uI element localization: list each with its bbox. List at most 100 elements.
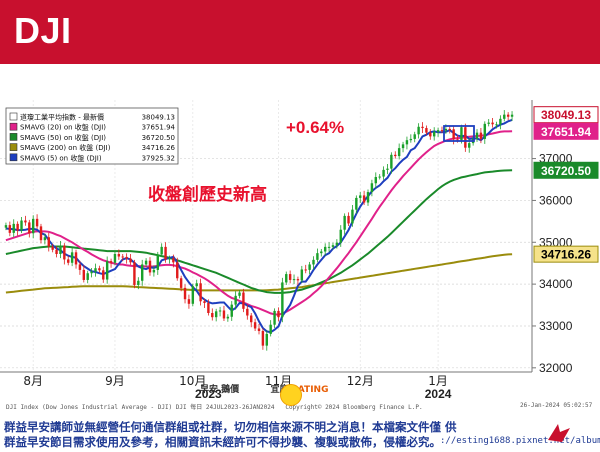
candle [464,123,467,152]
price-tag-sma50: 36720.50 [533,161,599,179]
candle-body [51,246,54,250]
candle-body [172,258,175,263]
candle-body [397,148,401,157]
candle-body [277,310,280,318]
disclaimer-line-2: 群益早安節目需求使用及參考，相關資訊未經許可不得抄襲、複製或散佈，侵權必究。 [4,435,441,449]
x-tick-label: 1月 [428,374,448,388]
candle-body [55,249,58,254]
candle-body [425,128,428,133]
legend-entry: SMAVG (200) on 收盤 (DJI) 34716.26 [9,143,176,152]
candle-body [211,312,214,318]
candle-body [288,274,292,280]
candle-body [253,322,257,329]
candle-body [335,242,339,246]
legend-entry: 道瓊工業平均指數 - 最新價 38049.13 [9,112,175,122]
candle-body [355,197,358,210]
candle-body [226,316,230,319]
candle-body [362,195,366,203]
slide: DJI 32000 33000 34000 35000 36000 37000 8月 9月 1… [0,0,600,452]
candle-body [39,226,43,241]
candle-body [242,292,245,309]
candle-body [285,274,288,283]
candle-body [265,333,268,346]
candle-body [125,256,128,259]
change-annotation: +0.64% [286,118,344,137]
candle-body [4,225,8,228]
disclaimer-line-1: 群益早安講師並無經營任何通信群組或社群，切勿相信來源不明之消息！本檔案文件僅 供 [4,420,457,434]
candle-body [468,143,471,148]
candle-body [327,246,331,248]
candle-body [421,126,424,129]
candle-body [487,122,490,124]
candle-body [339,229,342,243]
candle-body [269,324,272,334]
candle-body [133,262,136,285]
candle-body [234,295,237,305]
candle-body [78,264,82,270]
price-tag-sma20: 37651.94 [533,122,599,140]
candle-body [316,253,319,260]
candle-body [8,225,12,233]
legend-label: SMAVG (50) on 收盤 (DJI) [20,133,106,142]
legend-value: 37651.94 [142,124,176,132]
candle-body [491,122,494,125]
legend-swatch [9,153,18,162]
candle-body [351,209,354,224]
candle-body [409,138,413,141]
candle-body [483,123,487,139]
legend-entry: SMAVG (20) on 收盤 (DJI) 37651.94 [9,123,176,132]
candle-body [405,140,409,145]
candle-body [246,308,249,316]
candle-body [460,127,463,141]
price-tag-label: 37651.94 [541,125,591,139]
website-url: ://esting1688.pixnet.net/album [440,436,600,446]
candle-body [312,259,315,265]
candle-body [67,259,70,263]
candle-body [343,215,346,230]
candle-body [281,282,284,318]
price-tag-sma200: 34716.26 [533,245,599,263]
x-tick-label: 9月 [105,374,125,388]
candle-body [129,258,132,263]
candle-body [506,114,510,117]
candle-body [250,315,253,323]
y-tick-label: 32000 [539,361,573,375]
candle-body [207,302,210,313]
candle-body [164,246,167,260]
year-label: 2024 [425,387,452,401]
candle-body [401,144,405,149]
candle-body [47,237,50,247]
legend-swatch [9,112,18,121]
legend-label: 道瓊工業平均指數 - 最新價 [20,113,104,122]
legend-value: 38049.13 [142,114,175,122]
legend-swatch [9,133,18,141]
candle-body [273,310,276,325]
watermark-zh: 早安 鵝價 [200,385,240,395]
candle-body [117,253,121,257]
candle-body [230,304,233,317]
candle-body [63,245,66,260]
candle-body [238,292,241,296]
candle [133,259,136,289]
legend-label: SMAVG (200) on 收盤 (DJI) [20,143,111,152]
candle-body [366,192,370,203]
candle-body [191,286,195,304]
candle-body [12,223,15,233]
candle-body [109,261,113,263]
candle-body [113,253,117,263]
candle-body [495,124,498,126]
candle-body [510,114,514,117]
candle-body [187,299,191,304]
candle-body [347,215,350,224]
candle-body [140,264,144,281]
candle-body [432,131,436,137]
candle-body [479,132,483,139]
candle-body [203,301,206,303]
candle-body [102,270,105,280]
legend: 道瓊工業平均指數 - 最新價 38049.13SMAVG (20) on 收盤 (… [5,107,179,165]
candle-body [320,251,323,254]
candle-body [137,280,140,285]
candle-body [475,132,479,139]
candle-body [160,246,163,255]
candle-body [31,218,35,234]
